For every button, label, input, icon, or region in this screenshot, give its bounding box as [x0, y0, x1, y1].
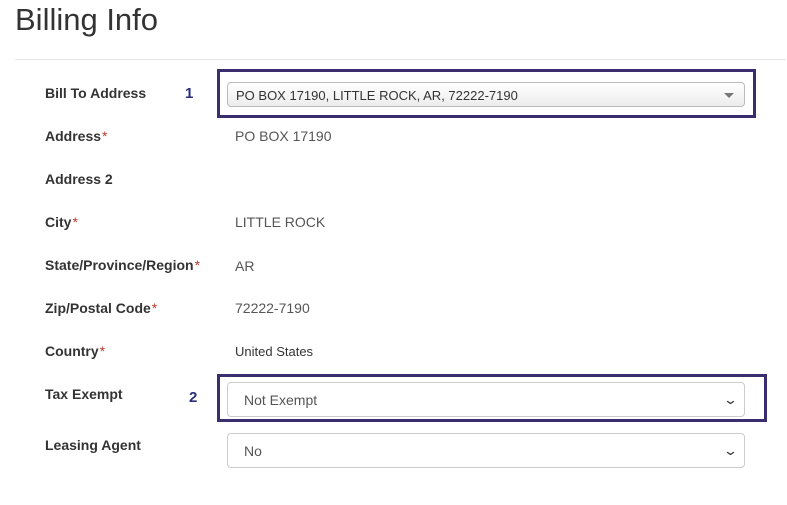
address-label: Address*	[45, 128, 107, 144]
zip-label: Zip/Postal Code*	[45, 300, 157, 316]
chevron-down-icon: ⌄	[722, 443, 739, 458]
tax-exempt-selected: Not Exempt	[244, 392, 318, 408]
bill-to-address-label: Bill To Address	[45, 85, 147, 101]
leasing-agent-label: Leasing Agent	[45, 437, 141, 453]
state-value: AR	[235, 258, 255, 274]
city-value: LITTLE ROCK	[235, 214, 326, 230]
chevron-down-icon: ⌄	[722, 392, 739, 407]
required-marker: *	[151, 300, 158, 316]
required-marker: *	[194, 257, 201, 273]
country-value: United States	[235, 344, 314, 359]
bill-to-address-select[interactable]: PO BOX 17190, LITTLE ROCK, AR, 72222-719…	[227, 82, 745, 107]
zip-value: 72222-7190	[235, 300, 310, 316]
address2-label: Address 2	[45, 171, 113, 187]
state-label: State/Province/Region*	[45, 257, 200, 273]
required-marker: *	[72, 214, 78, 230]
title-divider	[15, 59, 786, 60]
caret-down-icon	[724, 93, 734, 98]
zip-label-text: Zip/Postal Code	[45, 300, 151, 316]
annotation-badge-1: 1	[185, 85, 194, 102]
state-label-text: State/Province/Region	[45, 257, 194, 273]
address-value: PO BOX 17190	[235, 128, 332, 144]
leasing-agent-select[interactable]: No ⌄	[227, 433, 745, 468]
required-marker: *	[102, 128, 108, 144]
leasing-agent-selected: No	[244, 443, 262, 459]
page-title: Billing Info	[15, 2, 159, 37]
address-label-text: Address	[45, 128, 102, 144]
tax-exempt-label: Tax Exempt	[45, 386, 123, 402]
city-label: City*	[45, 214, 78, 230]
country-label: Country*	[45, 343, 105, 359]
required-marker: *	[99, 343, 106, 359]
city-label-text: City	[45, 214, 72, 230]
country-label-text: Country	[45, 343, 99, 359]
tax-exempt-select[interactable]: Not Exempt ⌄	[227, 382, 745, 417]
bill-to-address-selected: PO BOX 17190, LITTLE ROCK, AR, 72222-719…	[236, 88, 518, 103]
annotation-badge-2: 2	[189, 389, 198, 406]
